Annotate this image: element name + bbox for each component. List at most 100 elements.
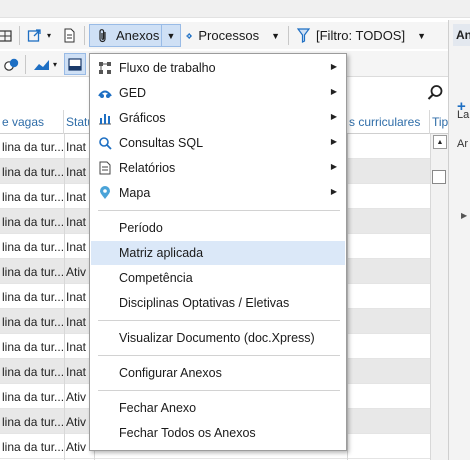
funnel-icon [297,28,310,43]
processos-label: Processos [198,28,260,43]
menu-item-periodo[interactable]: Período [91,216,345,240]
table-cell: lina da tur... [2,364,64,379]
line-chart-icon [34,59,49,70]
processos-button[interactable]: Processos ▼ [186,24,280,47]
processos-dropdown-arrow[interactable]: ▼ [271,31,280,41]
export-dropdown-arrow[interactable]: ▾ [47,24,57,47]
menu-item-label: Fluxo de trabalho [119,61,216,75]
menu-item-label: Gráficos [119,111,166,125]
anexos-dropdown-menu: Fluxo de trabalho ▶ GED ▶ Gráficos ▶ Con… [89,53,347,451]
menu-item-label: Visualizar Documento (doc.Xpress) [119,331,315,345]
submenu-arrow-icon: ▶ [330,137,337,146]
menu-item-ged[interactable]: GED ▶ [91,81,345,105]
menu-item-disciplinas-optativas[interactable]: Disciplinas Optativas / Eletivas [91,291,345,315]
table-cell: lina da tur... [2,264,64,279]
submenu-arrow-icon: ▶ [330,162,337,171]
toolbar-separator [288,26,289,45]
menu-item-label: Período [119,221,163,235]
menu-item-label: Relatórios [119,161,176,175]
right-panel-item[interactable]: Ar [457,138,470,150]
menu-item-fechar-todos-os-anexos[interactable]: Fechar Todos os Anexos [91,421,345,445]
menu-item-competencia[interactable]: Competência [91,266,345,290]
gear-icon [186,32,193,39]
menu-separator [98,320,340,321]
filter-button[interactable]: [Filtro: TODOS] ▼ [297,24,432,47]
menu-item-label: Mapa [119,186,151,200]
table-cell: lina da tur... [2,314,64,329]
anexos-button[interactable]: Anexos ▼ [89,24,181,47]
menu-item-label: Competência [119,271,193,285]
menu-item-label: Configurar Anexos [119,366,222,380]
chart-icon [99,114,111,125]
submenu-arrow-icon: ▶ [330,112,337,121]
menu-item-graficos[interactable]: Gráficos ▶ [91,106,345,130]
menu-separator [98,210,340,211]
filter-dropdown-arrow[interactable]: ▼ [417,31,426,41]
column-header[interactable]: e vagas [0,110,64,134]
menu-item-label: GED [119,86,147,100]
menu-item-fechar-anexo[interactable]: Fechar Anexo [91,396,345,420]
menu-item-label: Consultas SQL [119,136,204,150]
main-toolbar: ▾ Anexos ▼ Processos ▼ [Filtro: TODOS] ▼ [0,22,448,49]
menu-item-fluxo-de-trabalho[interactable]: Fluxo de trabalho ▶ [91,56,345,80]
table-cell: lina da tur... [2,339,64,354]
menu-separator [98,355,340,356]
row-checkbox[interactable] [432,170,446,184]
menu-item-configurar-anexos[interactable]: Configurar Anexos [91,361,345,385]
table-cell: lina da tur... [2,414,64,429]
menu-item-mapa[interactable]: Mapa ▶ [91,181,345,205]
table-cell: lina da tur... [2,389,64,404]
menu-item-matriz-aplicada[interactable]: Matriz aplicada [91,241,345,265]
export-button[interactable] [27,24,45,47]
title-strip [0,0,470,18]
submenu-arrow-icon: ▶ [330,87,337,96]
column-header[interactable]: Tipo [430,110,448,134]
document-button[interactable] [63,24,79,47]
column-divider [347,134,348,460]
toolbar-separator [84,26,85,45]
menu-item-label: Fechar Todos os Anexos [119,426,256,440]
map-pin-icon [100,186,110,199]
grid-view-icon [0,29,12,42]
right-side-panel: An + La Ar ▶ [448,20,470,460]
ged-icon [98,90,112,98]
workflow-icon [99,62,111,74]
report-icon [99,161,111,175]
submenu-arrow-icon: ▶ [330,187,337,196]
paperclip-icon [99,28,106,42]
table-cell: lina da tur... [2,164,64,179]
table-cell: lina da tur... [2,214,64,229]
menu-separator [98,390,340,391]
toolbar-separator [19,26,20,45]
menu-item-label: Fechar Anexo [119,401,197,415]
expand-arrow-icon[interactable]: ▶ [461,211,467,220]
column-header[interactable]: s curriculares [347,110,430,134]
menu-item-visualizar-documento[interactable]: Visualizar Documento (doc.Xpress) [91,326,345,350]
table-cell: lina da tur... [2,239,64,254]
chart-dropdown-arrow[interactable]: ▾ [53,53,63,76]
toolbar-separator [25,55,26,74]
grid-view-button[interactable] [0,24,14,47]
panel-toggle-button[interactable] [64,53,86,75]
anexos-label: Anexos [116,28,160,43]
panel-icon [68,57,82,71]
column-divider [64,134,65,460]
scroll-up-arrow-icon[interactable]: ▲ [433,135,447,149]
search-icon [99,137,112,150]
menu-item-relatorios[interactable]: Relatórios ▶ [91,156,345,180]
anexos-dropdown-arrow[interactable]: ▼ [162,25,180,46]
submenu-arrow-icon: ▶ [330,62,337,71]
line-chart-button[interactable] [33,53,51,76]
right-panel-tab[interactable]: An [453,24,470,46]
table-cell: lina da tur... [2,189,64,204]
document-icon [64,28,75,43]
anexos-main-button[interactable]: Anexos [90,25,162,46]
right-panel-item[interactable]: La [457,109,470,121]
filter-label: [Filtro: TODOS] [316,28,406,43]
shapes-button[interactable] [4,53,20,76]
menu-item-label: Matriz aplicada [119,246,204,260]
menu-item-consultas-sql[interactable]: Consultas SQL ▶ [91,131,345,155]
table-cell: lina da tur... [2,439,64,454]
search-icon[interactable] [426,84,444,102]
export-icon [27,29,41,42]
